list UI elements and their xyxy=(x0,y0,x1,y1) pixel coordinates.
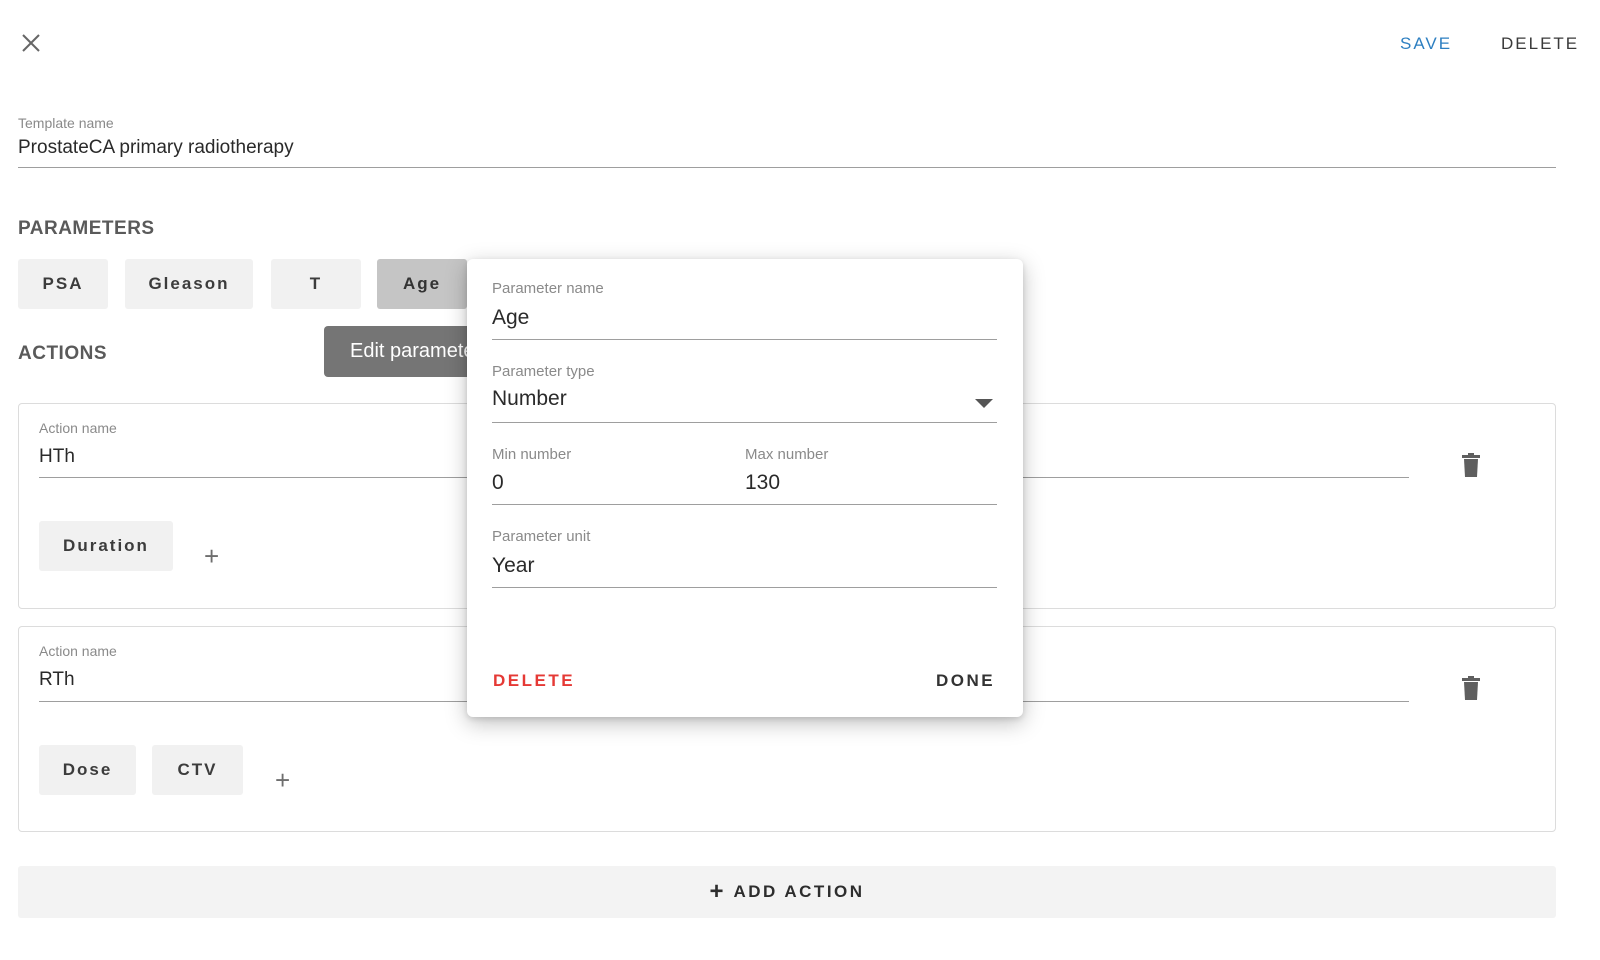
number-range-underline xyxy=(492,504,997,505)
template-name-underline xyxy=(18,167,1556,168)
delete-action-button[interactable] xyxy=(1462,676,1480,700)
parameters-title: PARAMETERS xyxy=(18,218,155,239)
template-name-label: Template name xyxy=(18,115,114,131)
min-number-input[interactable]: 0 xyxy=(492,471,504,495)
max-number-label: Max number xyxy=(745,446,829,463)
action-param-chip-ctv[interactable]: CTV xyxy=(152,745,243,795)
actions-title: ACTIONS xyxy=(18,343,107,364)
parameter-chip-t[interactable]: T xyxy=(271,259,361,309)
parameter-name-label: Parameter name xyxy=(492,280,604,297)
template-name-value[interactable]: ProstateCA primary radiotherapy xyxy=(18,137,1556,159)
template-name-field[interactable]: Template name ProstateCA primary radioth… xyxy=(18,115,1556,175)
action-name-label: Action name xyxy=(39,420,117,436)
parameter-chip-psa[interactable]: PSA xyxy=(18,259,108,309)
edit-parameter-popup: Parameter name Age Parameter type Number… xyxy=(467,259,1023,717)
min-number-label: Min number xyxy=(492,446,572,463)
save-button[interactable]: SAVE xyxy=(1400,34,1452,54)
done-button[interactable]: DONE xyxy=(936,671,995,691)
parameter-unit-label: Parameter unit xyxy=(492,528,591,545)
max-number-input[interactable]: 130 xyxy=(745,471,780,495)
add-action-label: ADD ACTION xyxy=(733,882,865,901)
trash-icon xyxy=(1462,453,1480,477)
add-action-button[interactable]: + ADD ACTION xyxy=(18,866,1556,918)
parameter-name-input[interactable]: Age xyxy=(492,306,529,330)
plus-icon: + xyxy=(709,878,724,905)
chevron-down-icon xyxy=(975,399,993,408)
edit-parameter-tooltip: Edit parameter xyxy=(324,326,474,377)
close-button[interactable] xyxy=(18,30,44,56)
parameter-name-underline xyxy=(492,339,997,340)
parameter-type-value: Number xyxy=(492,387,567,410)
parameter-chip-age[interactable]: Age xyxy=(377,259,467,309)
parameter-type-label: Parameter type xyxy=(492,363,595,380)
parameter-unit-underline xyxy=(492,587,997,588)
parameter-chip-gleason[interactable]: Gleason xyxy=(125,259,253,309)
parameter-type-underline xyxy=(492,422,997,423)
parameter-unit-input[interactable]: Year xyxy=(492,554,534,578)
add-action-param-button[interactable]: + xyxy=(275,767,290,793)
delete-parameter-button[interactable]: DELETE xyxy=(493,671,575,691)
parameter-type-select[interactable]: Number xyxy=(492,387,997,423)
add-action-param-button[interactable]: + xyxy=(204,543,219,569)
delete-template-button[interactable]: DELETE xyxy=(1501,34,1579,54)
action-param-chip-dose[interactable]: Dose xyxy=(39,745,136,795)
delete-action-button[interactable] xyxy=(1462,453,1480,477)
action-param-chip-duration[interactable]: Duration xyxy=(39,521,173,571)
trash-icon xyxy=(1462,676,1480,700)
action-name-value[interactable]: RTh xyxy=(39,669,75,691)
action-name-label: Action name xyxy=(39,643,117,659)
action-name-value[interactable]: HTh xyxy=(39,446,75,468)
close-icon xyxy=(22,34,40,52)
